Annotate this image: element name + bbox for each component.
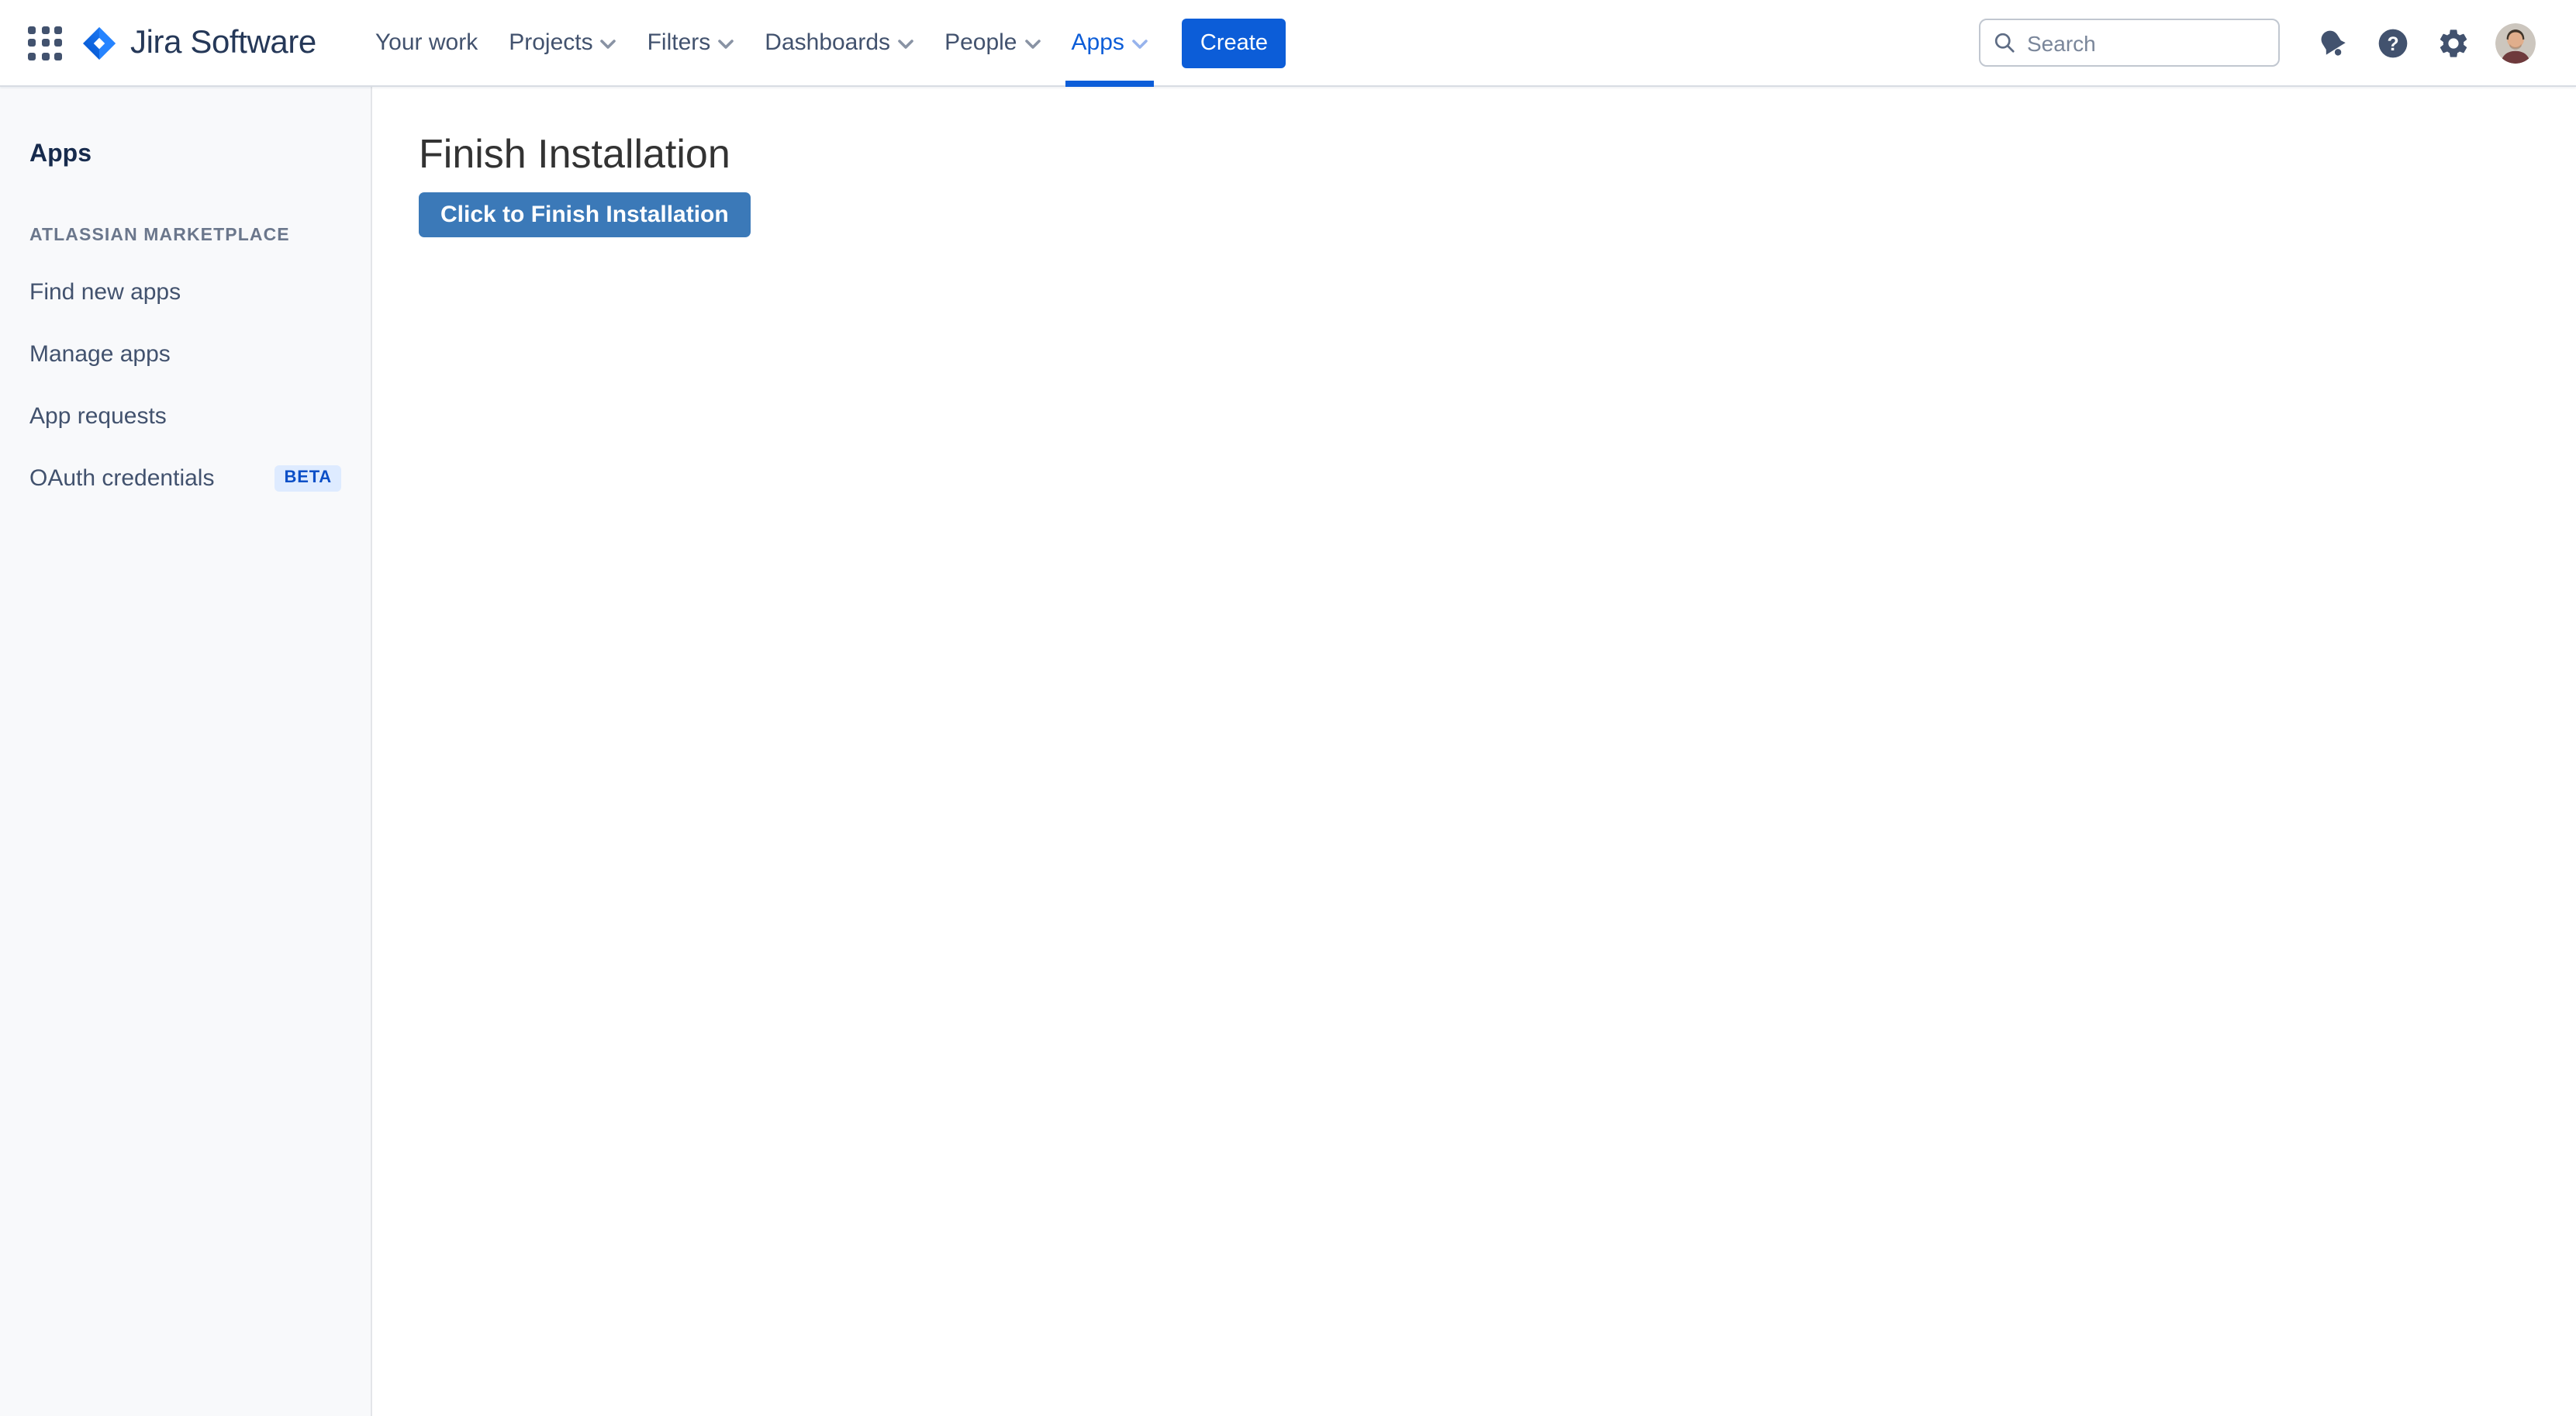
- gear-icon: [2436, 26, 2471, 60]
- app-switcher-grid-icon: [28, 26, 62, 60]
- help-button[interactable]: ?: [2370, 19, 2416, 66]
- nav-item-dashboards[interactable]: Dashboards: [749, 0, 929, 86]
- search-icon: [1993, 31, 2016, 54]
- nav-label: People: [944, 29, 1017, 56]
- nav-item-projects[interactable]: Projects: [493, 0, 631, 86]
- nav-label: Projects: [509, 29, 592, 56]
- nav-label: Apps: [1072, 29, 1124, 56]
- search-input[interactable]: [2027, 30, 2266, 55]
- jira-diamond-icon: [81, 24, 118, 61]
- nav-item-people[interactable]: People: [929, 0, 1055, 86]
- nav-label: Your work: [375, 29, 478, 56]
- main-content: Finish Installation Click to Finish Inst…: [372, 87, 2576, 1416]
- settings-button[interactable]: [2430, 19, 2477, 66]
- page-title: Finish Installation: [419, 130, 2576, 177]
- nav-label: Filters: [647, 29, 711, 56]
- chevron-down-icon: [1025, 39, 1041, 50]
- sidebar-item-find-new-apps[interactable]: Find new apps: [0, 261, 371, 323]
- avatar: [2495, 22, 2536, 63]
- finish-installation-button[interactable]: Click to Finish Installation: [419, 192, 751, 237]
- nav-label: Dashboards: [765, 29, 890, 56]
- app-switcher-button[interactable]: [22, 19, 68, 66]
- sidebar-item-label: Find new apps: [29, 278, 181, 305]
- sidebar-item-label: OAuth credentials: [29, 465, 214, 491]
- chevron-down-icon: [718, 39, 734, 50]
- sidebar-item-manage-apps[interactable]: Manage apps: [0, 323, 371, 385]
- create-button[interactable]: Create: [1182, 18, 1286, 67]
- jira-logo-text: Jira Software: [130, 24, 316, 61]
- question-mark-circle-icon: ?: [2376, 26, 2410, 60]
- chevron-down-icon: [1132, 39, 1148, 50]
- sidebar-item-label: Manage apps: [29, 340, 171, 367]
- top-navigation-bar: Jira Software Your work Projects Filters…: [0, 0, 2576, 87]
- nav-item-filters[interactable]: Filters: [632, 0, 750, 86]
- notifications-button[interactable]: [2309, 19, 2356, 66]
- search-box: [1979, 19, 2280, 67]
- bell-icon: [2315, 26, 2350, 60]
- app-window: Jira Software Your work Projects Filters…: [0, 0, 2576, 1416]
- beta-badge: BETA: [275, 465, 341, 491]
- chevron-down-icon: [601, 39, 616, 50]
- sidebar-item-oauth-credentials[interactable]: OAuth credentials BETA: [0, 447, 371, 509]
- jira-logo[interactable]: Jira Software: [81, 24, 316, 61]
- sidebar-item-label: App requests: [29, 402, 167, 429]
- chevron-down-icon: [898, 39, 913, 50]
- nav-item-your-work[interactable]: Your work: [360, 0, 493, 86]
- nav-item-apps[interactable]: Apps: [1056, 0, 1163, 86]
- sidebar: Apps ATLASSIAN MARKETPLACE Find new apps…: [0, 87, 372, 1416]
- sidebar-title: Apps: [0, 140, 371, 171]
- sidebar-section-heading: ATLASSIAN MARKETPLACE: [0, 223, 371, 248]
- topbar-right-group: ?: [1979, 19, 2536, 67]
- primary-navigation: Your work Projects Filters Dashboards Pe…: [360, 0, 1163, 86]
- page-shell: Apps ATLASSIAN MARKETPLACE Find new apps…: [0, 87, 2576, 1416]
- svg-text:?: ?: [2387, 33, 2398, 54]
- profile-button[interactable]: [2495, 22, 2536, 63]
- sidebar-item-app-requests[interactable]: App requests: [0, 385, 371, 447]
